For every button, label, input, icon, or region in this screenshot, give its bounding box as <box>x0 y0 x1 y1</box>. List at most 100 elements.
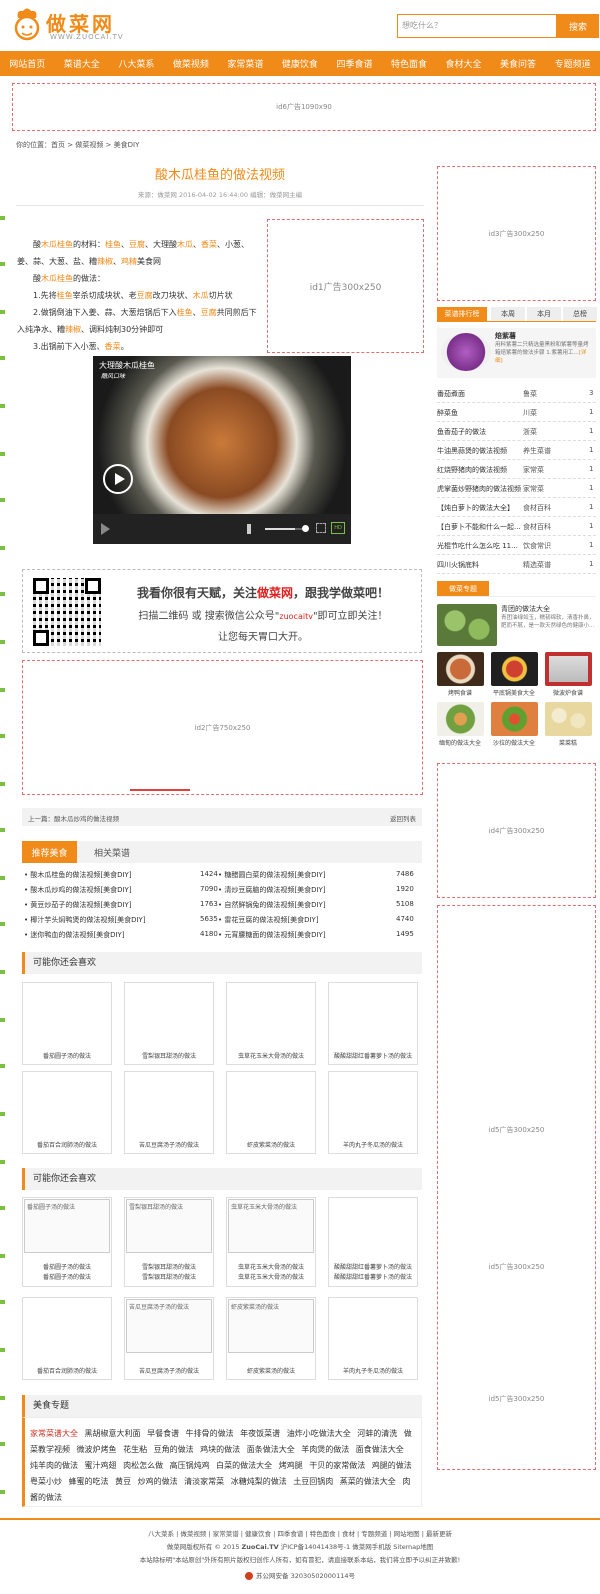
nav-item-cuisines[interactable]: 八大菜系 <box>118 57 154 70</box>
ad-article-bottom[interactable]: id2广告750x250 <box>22 660 423 795</box>
broken-image[interactable]: 虫草花玉米大骨汤的做法 <box>228 1199 314 1253</box>
ranking-row[interactable]: 番茄煮面 鲁菜 3 <box>437 385 596 403</box>
recipe-caption[interactable]: 苦瓜豆腐汤子汤的做法 <box>124 1366 214 1375</box>
volume-icon[interactable] <box>247 524 257 534</box>
topic-image-qingtuan[interactable] <box>437 604 497 646</box>
search-button[interactable]: 搜索 <box>557 14 599 38</box>
recipe-caption[interactable]: 番茄圆子汤的做法 <box>22 1272 112 1281</box>
ranking-row[interactable]: 红烧野猪肉的做法视频 家常菜 1 <box>437 461 596 479</box>
recipe-caption[interactable]: 虫草花玉米大骨汤的做法 <box>226 1051 316 1060</box>
recipe-caption[interactable]: 番茄百合润肺汤的做法 <box>22 1140 112 1149</box>
nav-item-home[interactable]: 网站首页 <box>9 57 45 70</box>
ranking-row[interactable]: 醉菜鱼 川菜 1 <box>437 404 596 422</box>
list-item[interactable]: • 椰汁芋头焖鸭煲的做法视频[美食DIY] <box>24 915 146 925</box>
topic-caption[interactable]: 微波炉食谱 <box>543 688 593 697</box>
ranking-row[interactable]: 鱼香茄子的做法 浙菜 1 <box>437 423 596 441</box>
feature-image[interactable] <box>441 333 491 371</box>
recipe-caption[interactable]: 酸酸甜甜红番薯萝卜汤的做法 <box>328 1262 418 1271</box>
footer-police[interactable]: 苏公网安备 32030502000114号 <box>0 1570 600 1580</box>
recipe-caption[interactable]: 雪梨银耳甜汤的做法 <box>124 1051 214 1060</box>
fullscreen-icon[interactable] <box>316 523 326 533</box>
list-item[interactable]: • 黄豆炒茄子的做法视频[美食DIY] <box>24 900 132 910</box>
prev-article-link[interactable]: 上一篇：酸木瓜炒鸡的做法视频 <box>28 813 119 823</box>
broken-image[interactable]: 虾皮紫菜汤的做法 <box>228 1299 314 1353</box>
recipe-caption[interactable]: 虾皮紫菜汤的做法 <box>226 1140 316 1149</box>
recipe-caption[interactable]: 羊肉丸子冬瓜汤的做法 <box>328 1366 418 1375</box>
ranking-feature[interactable]: 焙紫薯 用料紫薯二只精选量黑粉和紫薯等量烤箱焙紫薯的做法步骤 1.紫薯用工...… <box>437 328 596 378</box>
nav-item-noodles[interactable]: 特色面食 <box>391 57 427 70</box>
topic-tags[interactable]: 家常菜谱大全 黑胡椒意大利面 早餐食谱 牛排骨的做法 年夜饭菜谱 油炸小吃做法大… <box>30 1426 415 1506</box>
nav-item-ingredients[interactable]: 食材大全 <box>446 57 482 70</box>
hd-icon[interactable]: HD <box>331 522 345 534</box>
nav-item-recipes[interactable]: 菜谱大全 <box>64 57 100 70</box>
back-to-list-link[interactable]: 返回列表 <box>390 813 416 823</box>
nav-item-videos[interactable]: 做菜视频 <box>173 57 209 70</box>
topic-caption[interactable]: 沙拉的做法大全 <box>489 738 539 747</box>
list-item[interactable]: • 自然鲜锅兔的做法视频[美食DIY] <box>218 900 326 910</box>
volume-slider[interactable] <box>265 528 305 530</box>
ranking-row[interactable]: 四川火锅底料 精选菜谱 1 <box>437 556 596 574</box>
list-item[interactable]: • 酸木瓜桂鱼的做法视频[美食DIY] <box>24 870 132 880</box>
ranking-row[interactable]: 【白萝卜不能和什么一起... 食材百科 1 <box>437 518 596 536</box>
recipe-caption[interactable]: 虾皮紫菜汤的做法 <box>226 1366 316 1375</box>
list-item[interactable]: • 糖醋圆白菜的做法视频[美食DIY] <box>218 870 326 880</box>
ad-article-side[interactable]: id1广告300x250 <box>267 219 424 353</box>
breadcrumb[interactable]: 你的位置：首页 > 做菜视频 > 美食DIY <box>16 140 139 150</box>
volume-knob[interactable] <box>302 525 309 532</box>
topic-image[interactable] <box>437 702 484 736</box>
broken-image[interactable]: 雪梨银耳甜汤的做法 <box>126 1199 212 1253</box>
topic-image[interactable] <box>545 702 592 736</box>
topic-caption[interactable]: 平底锅美食大全 <box>489 688 539 697</box>
tab-related[interactable]: 相关菜谱 <box>82 841 142 863</box>
topic-title[interactable]: 青团的做法大全 <box>501 604 550 614</box>
ranking-row[interactable]: 【炖白萝卜的做法大全】 食材百科 1 <box>437 499 596 517</box>
play-icon[interactable] <box>103 464 133 494</box>
recipe-caption[interactable]: 羊肉丸子冬瓜汤的做法 <box>328 1140 418 1149</box>
nav-item-seasonal[interactable]: 四季食谱 <box>336 57 372 70</box>
recipe-caption[interactable]: 酸酸甜甜红番薯萝卜汤的做法 <box>328 1051 418 1060</box>
nav-item-qa[interactable]: 美食问答 <box>500 57 536 70</box>
feature-title[interactable]: 焙紫薯 <box>495 331 516 341</box>
ad-sidebar-middle[interactable]: id4广告300x250 <box>437 763 596 898</box>
ranking-row[interactable]: 虎掌菌炒野猪肉的做法视频 家常菜 1 <box>437 480 596 498</box>
recipe-caption[interactable]: 虫草花玉米大骨汤的做法 <box>226 1262 316 1271</box>
footer-links[interactable]: 八大菜系 | 做菜视频 | 家常菜谱 | 健康饮食 | 四季食谱 | 特色面食 … <box>0 1528 600 1538</box>
recipe-caption[interactable]: 虫草花玉米大骨汤的做法 <box>226 1272 316 1281</box>
search-input[interactable]: 想吃什么？ <box>397 14 557 38</box>
topic-tag-featured[interactable]: 家常菜谱大全 <box>30 1429 78 1438</box>
play-small-icon[interactable] <box>101 523 110 535</box>
ranking-row[interactable]: 牛油黑蒜煲的做法视频 养生菜谱 1 <box>437 442 596 460</box>
ad-banner-top[interactable]: id6广告1090x90 <box>12 83 596 131</box>
tab-ranking[interactable]: 菜谱排行榜 <box>437 307 487 321</box>
nav-item-home-cooking[interactable]: 家常菜谱 <box>227 57 263 70</box>
ranking-row[interactable]: 光棍节吃什么怎么吃 11... 饮食常识 1 <box>437 537 596 555</box>
recipe-caption[interactable]: 番茄圆子汤的做法 <box>22 1051 112 1060</box>
tab-recommend[interactable]: 推荐美食 <box>22 841 77 863</box>
topic-image[interactable] <box>491 652 538 686</box>
list-item[interactable]: • 元宵腰糖面的做法视频[美食DIY] <box>218 930 326 940</box>
list-item[interactable]: • 清炒豆腐脑的做法视频[美食DIY] <box>218 885 326 895</box>
tab-week[interactable]: 本周 <box>491 307 525 321</box>
ad-sidebar-top[interactable]: id3广告300x250 <box>437 166 596 301</box>
topic-caption[interactable]: 菜菜糕 <box>543 738 593 747</box>
recipe-caption[interactable]: 番茄圆子汤的做法 <box>22 1262 112 1271</box>
recipe-caption[interactable]: 雪梨银耳甜汤的做法 <box>124 1262 214 1271</box>
logo-chef-icon[interactable] <box>10 6 44 44</box>
topic-caption[interactable]: 烤鸭食谱 <box>435 688 485 697</box>
recipe-caption[interactable]: 苦瓜豆腐汤子汤的做法 <box>124 1140 214 1149</box>
topic-image[interactable] <box>545 652 592 686</box>
topic-tags-text[interactable]: 黑胡椒意大利面 早餐食谱 牛排骨的做法 年夜饭菜谱 油炸小吃做法大全 河蚌的清洗… <box>30 1429 412 1502</box>
topic-image[interactable] <box>491 702 538 736</box>
broken-image[interactable]: 苦瓜豆腐汤子汤的做法 <box>126 1299 212 1353</box>
recipe-caption[interactable]: 雪梨银耳甜汤的做法 <box>124 1272 214 1281</box>
recipe-caption[interactable]: 番茄百合润肺汤的做法 <box>22 1366 112 1375</box>
list-item[interactable]: • 酸木瓜炒鸡的做法视频[美食DIY] <box>24 885 132 895</box>
tab-all[interactable]: 总榜 <box>563 307 597 321</box>
tab-month[interactable]: 本月 <box>527 307 561 321</box>
list-item[interactable]: • 迷你鸭血的做法视频[美食DIY] <box>24 930 125 940</box>
broken-image[interactable]: 番茄圆子汤的做法 <box>24 1199 110 1253</box>
ad-sidebar-tall[interactable]: id5广告300x250 id5广告300x250 id5广告300x250 <box>437 905 596 1470</box>
topics-button[interactable]: 做菜专题 <box>437 581 489 596</box>
nav-item-topics[interactable]: 专题频道 <box>555 57 591 70</box>
topic-caption[interactable]: 缅甸的做法大全 <box>435 738 485 747</box>
